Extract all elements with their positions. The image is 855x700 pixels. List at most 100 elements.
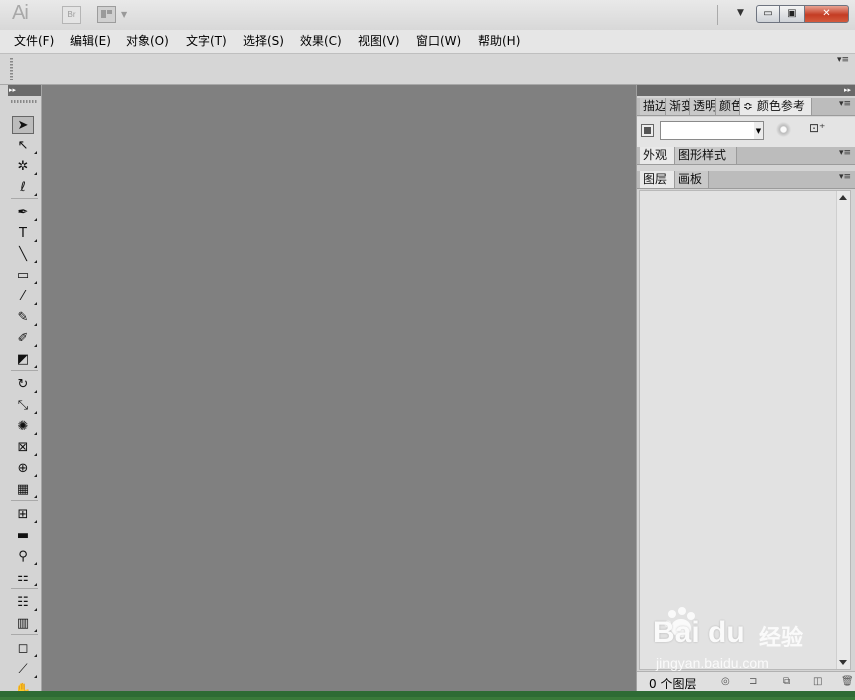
scale-tool-icon[interactable]: ⤡	[12, 397, 37, 415]
warp-tool-icon[interactable]: ✺	[12, 418, 37, 436]
eyedropper-tool-icon[interactable]: ⚲	[12, 548, 37, 566]
workspace-menu-arrow-icon[interactable]: ▼	[737, 8, 744, 18]
rectangle-tool-glyph: ▭	[16, 268, 30, 283]
panel-menu-icon[interactable]: ▾≡	[839, 99, 851, 109]
tab-layers[interactable]: 图层	[640, 171, 675, 188]
watermark-brand: Bai du	[653, 616, 745, 649]
rotate-tool-icon[interactable]: ↻	[12, 376, 37, 394]
shape-builder-tool-icon[interactable]: ⊕	[12, 460, 37, 478]
tab-graphic-styles[interactable]: 图形样式	[675, 147, 737, 164]
harmony-rules-dropdown[interactable]: ▼	[754, 121, 764, 140]
tab-color-guide-label: 颜色参考	[756, 99, 805, 113]
artboard-tool-glyph: ◻	[17, 641, 29, 656]
menu-edit[interactable]: 编辑(E)	[70, 33, 111, 49]
make-clipping-mask-icon[interactable]: ⊐	[749, 676, 757, 687]
tool-group-divider	[11, 500, 38, 501]
mesh-tool-icon[interactable]: ⊞	[12, 506, 37, 524]
menu-object[interactable]: 对象(O)	[126, 33, 169, 49]
control-bar-menu-icon[interactable]: ▾≡	[837, 55, 849, 65]
bridge-button[interactable]: Br	[62, 6, 81, 24]
color-guide-row: ▼ ⊡⁺	[637, 117, 855, 147]
control-bar: ▾≡	[0, 54, 855, 85]
menu-help[interactable]: 帮助(H)	[478, 33, 520, 49]
panel-menu-icon[interactable]: ▾≡	[839, 172, 851, 182]
blob-brush-tool-icon[interactable]: ✐	[12, 330, 37, 348]
divider	[717, 5, 718, 25]
tab-artboards[interactable]: 画板	[675, 171, 709, 188]
type-tool-icon[interactable]: T	[12, 225, 37, 243]
gradient-tool-icon[interactable]: ▬	[12, 527, 34, 545]
eraser-tool-icon[interactable]: ◩	[12, 351, 37, 369]
tab-transparency[interactable]: 透明	[690, 98, 716, 115]
layers-scrollbar[interactable]	[836, 191, 850, 669]
chevron-down-icon[interactable]: ▼	[121, 10, 127, 19]
menu-select[interactable]: 选择(S)	[243, 33, 284, 49]
fill-swatch-icon[interactable]	[641, 124, 654, 137]
edit-colors-icon[interactable]	[776, 122, 791, 137]
artboard-canvas[interactable]	[42, 85, 636, 691]
close-button[interactable]: ✕	[804, 5, 849, 23]
eraser-tool-glyph: ◩	[16, 352, 30, 367]
more-tools-indicator-icon	[34, 654, 37, 657]
scroll-down-icon[interactable]	[839, 660, 847, 665]
new-sublayer-icon[interactable]: ⧉	[783, 676, 790, 687]
layers-list[interactable]	[639, 190, 851, 670]
menu-type[interactable]: 文字(T)	[186, 33, 227, 49]
control-bar-grip[interactable]	[10, 58, 13, 80]
slice-tool-icon[interactable]: ⟋	[12, 661, 37, 679]
tab-color-guide[interactable]: ≎ 颜色参考	[740, 98, 812, 115]
layer-count: 0 个图层	[649, 677, 697, 691]
tab-appearance[interactable]: 外观	[640, 147, 675, 164]
menu-effect[interactable]: 效果(C)	[300, 33, 342, 49]
selection-tool-glyph: ➤	[17, 118, 29, 133]
lasso-tool-glyph: ℓ	[20, 180, 26, 195]
lasso-tool-icon[interactable]: ℓ	[12, 179, 37, 197]
new-layer-icon[interactable]: ◫	[813, 676, 822, 687]
gradient-tool-glyph: ▬	[16, 528, 30, 543]
menu-file[interactable]: 文件(F)	[14, 33, 54, 49]
column-graph-tool-glyph: ▥	[16, 616, 30, 631]
blend-tool-icon[interactable]: ⚏	[12, 569, 37, 587]
selection-tool-icon[interactable]: ➤	[12, 116, 34, 134]
magic-wand-tool-icon[interactable]: ✲	[12, 158, 37, 176]
locate-object-icon[interactable]: ◎	[721, 676, 730, 687]
more-tools-indicator-icon	[34, 239, 37, 242]
pen-tool-glyph: ✒	[17, 205, 29, 220]
artboard-tool-icon[interactable]: ◻	[12, 640, 37, 658]
more-tools-indicator-icon	[34, 583, 37, 586]
maximize-button[interactable]: ▣	[779, 5, 805, 23]
save-color-group-icon[interactable]: ⊡⁺	[809, 121, 825, 135]
illustrator-window: Ai Br ▼ ▼ ▭ ▣ ✕ 文件(F) 编辑(E) 对象(O) 文字(T) …	[0, 0, 855, 698]
harmony-rules-field[interactable]	[660, 121, 755, 140]
line-segment-tool-icon[interactable]: ╲	[12, 246, 37, 264]
column-graph-tool-icon[interactable]: ▥	[12, 615, 37, 633]
tab-color[interactable]: 颜色	[716, 98, 740, 115]
menu-view[interactable]: 视图(V)	[358, 33, 400, 49]
pen-tool-icon[interactable]: ✒	[12, 204, 37, 222]
tools-panel-collapse-button[interactable]: ▸▸	[8, 85, 41, 96]
more-tools-indicator-icon	[34, 432, 37, 435]
free-transform-tool-icon[interactable]: ⊠	[12, 439, 37, 457]
arrange-documents-icon[interactable]	[97, 6, 116, 23]
more-tools-indicator-icon	[34, 453, 37, 456]
tab-stroke[interactable]: 描边	[640, 98, 666, 115]
delete-layer-icon[interactable]: 🗑	[841, 676, 854, 687]
tools-panel-grip[interactable]	[11, 100, 37, 103]
blend-tool-glyph: ⚏	[17, 570, 29, 585]
menu-window[interactable]: 窗口(W)	[416, 33, 461, 49]
minimize-button[interactable]: ▭	[756, 5, 780, 23]
tool-group-divider	[11, 634, 38, 635]
perspective-grid-tool-icon[interactable]: ▦	[12, 481, 37, 499]
panel-menu-icon[interactable]: ▾≡	[839, 148, 851, 158]
paintbrush-tool-icon[interactable]: ⁄	[12, 288, 37, 306]
rectangle-tool-icon[interactable]: ▭	[12, 267, 37, 285]
direct-selection-tool-icon[interactable]: ↖	[12, 137, 37, 155]
scroll-up-icon[interactable]	[839, 195, 847, 200]
tab-gradient[interactable]: 渐变	[666, 98, 690, 115]
pencil-tool-glyph: ✎	[17, 310, 29, 325]
more-tools-indicator-icon	[34, 629, 37, 632]
dock-collapse-button[interactable]: ▸▸	[637, 85, 855, 96]
pencil-tool-icon[interactable]: ✎	[12, 309, 37, 327]
layers-footer: 0 个图层 ◎ ⊐ ⧉ ◫ 🗑	[637, 671, 855, 692]
symbol-sprayer-tool-icon[interactable]: ☷	[12, 594, 37, 612]
